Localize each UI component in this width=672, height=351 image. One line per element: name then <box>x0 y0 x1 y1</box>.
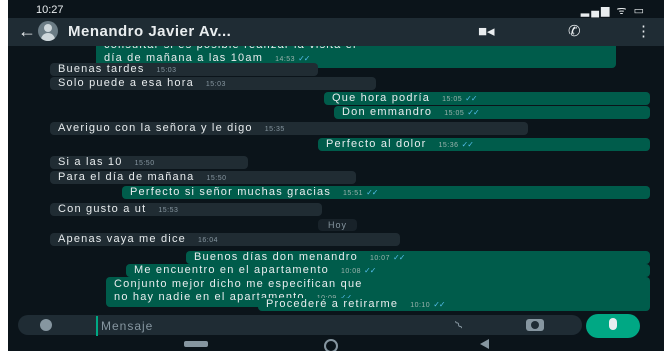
video-call-icon[interactable]: ■◂ <box>478 23 495 41</box>
outgoing-message-bubble[interactable]: Don emmandro 15:05 ✓✓ <box>334 106 650 119</box>
microphone-icon <box>609 318 617 330</box>
emoji-icon[interactable] <box>40 319 52 331</box>
incoming-message-bubble[interactable]: Si a las 10 15:50 <box>50 156 248 169</box>
incoming-message-bubble[interactable]: Averiguo con la señora y le digo 15:35 <box>50 122 528 135</box>
menu-icon[interactable]: ⋮ <box>636 23 651 41</box>
message-text: Procederé a retirarme <box>266 298 399 310</box>
camera-icon[interactable] <box>526 319 544 331</box>
outgoing-message-bubble[interactable]: Perfecto al dolor 15:36 ✓✓ <box>318 138 650 151</box>
message-time: 15:05 <box>442 96 463 103</box>
message-time: 15:50 <box>134 160 155 167</box>
message-time: 16:04 <box>197 237 219 244</box>
message-text: Averiguo con la señora y le digo <box>58 122 253 134</box>
incoming-message-bubble[interactable]: Buenas tardes 15:03 <box>50 63 318 76</box>
read-receipt-icon: ✓✓ <box>298 54 310 63</box>
incoming-message-bubble[interactable]: Para el día de mañana 15:50 <box>50 171 356 184</box>
message-text: Si a las 10 <box>58 156 123 168</box>
back-arrow-icon[interactable]: ← <box>18 21 36 41</box>
read-receipt-icon: ✓✓ <box>433 300 445 309</box>
status-time: 10:27 <box>36 4 64 16</box>
message-time: 15:51 <box>343 190 364 197</box>
message-text: Buenas tardes <box>58 63 145 75</box>
message-text: Buenos días don menandro <box>194 251 358 263</box>
chat-header: ← Menandro Javier Av... ■◂ ✆ ⋮ <box>8 18 664 46</box>
avatar[interactable] <box>38 21 58 41</box>
system-nav-bar <box>8 338 664 351</box>
home-icon[interactable] <box>324 339 338 351</box>
message-text: Don emmandro <box>342 106 433 118</box>
message-text: Me encuentro en el apartamento <box>134 264 329 276</box>
contact-name[interactable]: Menandro Javier Av... <box>68 23 231 40</box>
attach-icon[interactable]: ⌇ <box>452 318 465 332</box>
message-text: Que hora podría <box>332 92 431 104</box>
message-time: 15:05 <box>444 110 465 117</box>
message-text: Con gusto a ut <box>58 203 147 215</box>
outgoing-message-bubble[interactable]: Que hora podría 15:05 ✓✓ <box>324 92 650 105</box>
message-time: 10:07 <box>369 255 390 262</box>
read-receipt-icon: ✓✓ <box>461 140 474 149</box>
message-text: Perfecto al dolor <box>326 138 427 150</box>
message-input[interactable] <box>96 316 443 336</box>
incoming-message-bubble[interactable]: Apenas vaya me dice 16:04 <box>50 233 400 246</box>
message-text: Apenas vaya me dice <box>58 233 186 245</box>
message-text: Para el día de mañana <box>58 171 195 183</box>
message-time: 15:50 <box>206 175 227 182</box>
message-time: 15:03 <box>156 67 177 74</box>
message-input-bar: ⌇ <box>18 315 582 336</box>
read-receipt-icon: ✓✓ <box>392 253 405 262</box>
mic-button[interactable] <box>586 314 640 338</box>
outgoing-message-bubble[interactable]: Me encuentro en el apartamento 10:08 ✓✓ <box>126 264 650 277</box>
message-text: Solo puede a esa hora <box>58 77 194 89</box>
message-time: 15:36 <box>438 142 459 149</box>
message-time: 14:53 <box>275 56 296 63</box>
incoming-message-bubble[interactable]: Con gusto a ut 15:53 <box>50 203 322 216</box>
outgoing-message-bubble[interactable]: Procederé a retirarme 10:10 ✓✓ <box>258 298 650 311</box>
read-receipt-icon: ✓✓ <box>364 266 376 275</box>
recent-apps-icon[interactable] <box>184 341 208 347</box>
whatsapp-chat-screen: 10:27 ▂▄▆ ᯤ ▭ ← Menandro Javier Av... ■◂… <box>8 0 664 351</box>
message-list: Hoy consultar si es posible realizar la … <box>8 46 664 312</box>
read-receipt-icon: ✓✓ <box>366 188 378 197</box>
message-time: 15:03 <box>205 81 226 88</box>
message-time: 10:10 <box>410 302 431 309</box>
read-receipt-icon: ✓✓ <box>467 108 479 117</box>
outgoing-message-bubble[interactable]: Perfecto si señor muchas gracias 15:51 ✓✓ <box>122 186 650 199</box>
message-time: 15:35 <box>264 126 285 133</box>
nav-back-icon[interactable] <box>480 339 489 349</box>
message-text: Perfecto si señor muchas gracias <box>130 186 332 198</box>
message-time: 15:53 <box>158 207 179 214</box>
voice-call-icon[interactable]: ✆ <box>568 23 581 41</box>
status-bar: 10:27 ▂▄▆ ᯤ ▭ <box>8 0 664 18</box>
message-text: Conjunto mejor dicho me especifican que <box>114 278 363 290</box>
signal-wifi-battery-icon: ▂▄▆ ᯤ ▭ <box>580 5 646 17</box>
read-receipt-icon: ✓✓ <box>465 94 477 103</box>
incoming-message-bubble[interactable]: Solo puede a esa hora 15:03 <box>50 77 376 90</box>
message-time: 10:08 <box>341 268 362 275</box>
outgoing-message-bubble[interactable]: Buenos días don menandro 10:07 ✓✓ <box>186 251 650 264</box>
day-separator: Hoy <box>318 219 358 231</box>
